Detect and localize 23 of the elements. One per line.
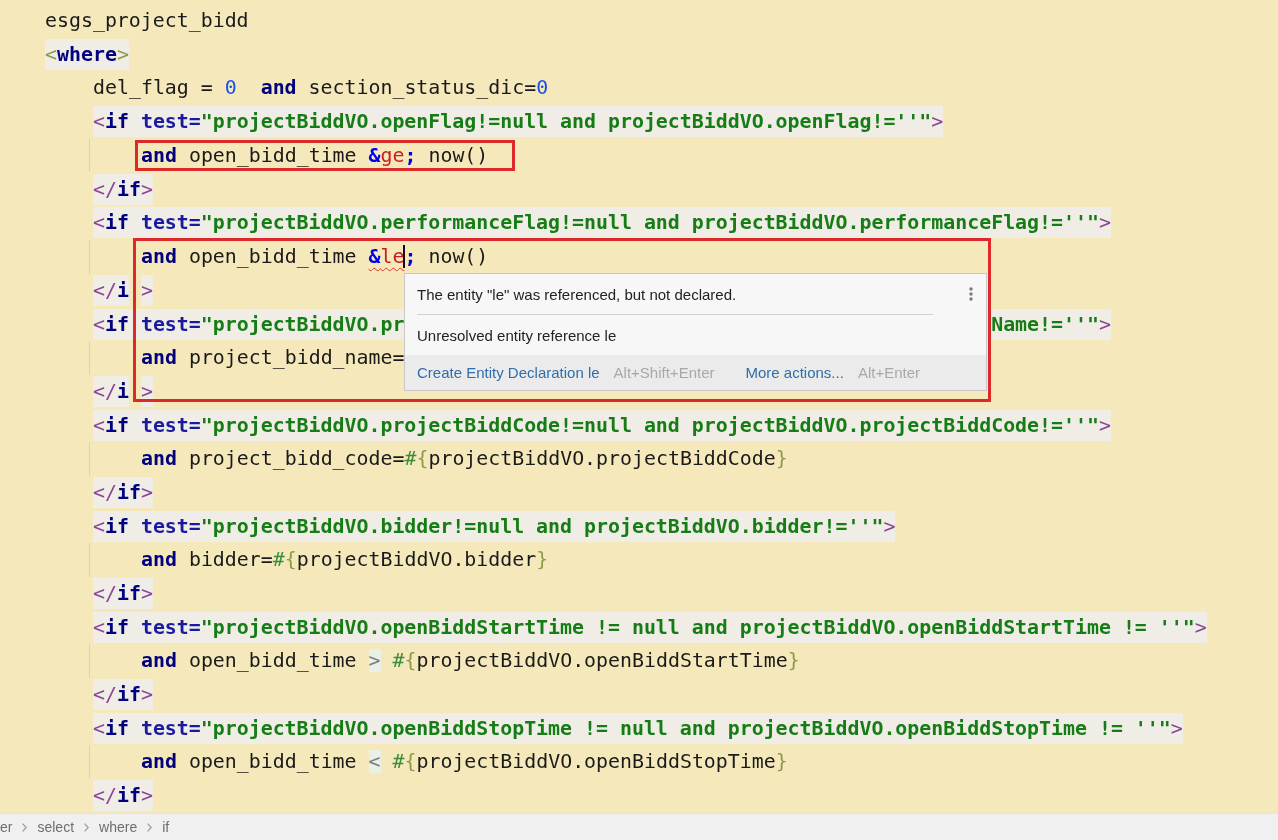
- code-line: and open_bidd_time < #{projectBiddVO.openBiddStopTime}: [141, 750, 788, 773]
- code-line: and project_bidd_code=#{projectBiddVO.projectBiddCode}: [141, 447, 788, 470]
- code-line: del_flag = 0 and section_status_dic=0: [93, 77, 549, 100]
- shortcut-hint: Alt+Shift+Enter: [613, 364, 715, 381]
- breadcrumb-item[interactable]: select: [37, 819, 75, 835]
- code-line: and project_bidd_name=: [141, 346, 405, 369]
- quick-fix-link[interactable]: Create Entity Declaration le: [417, 364, 600, 381]
- breadcrumb-item[interactable]: if: [162, 819, 170, 835]
- code-line: esgs_project_bidd: [45, 9, 249, 32]
- shortcut-hint: Alt+Enter: [857, 364, 920, 381]
- breadcrumb-item[interactable]: where: [99, 819, 138, 835]
- code-line: and open_bidd_time &ge; now(): [141, 144, 489, 167]
- error-description: Unresolved entity reference le: [417, 326, 617, 344]
- chevron-right-icon: [22, 822, 28, 832]
- breadcrumb-item[interactable]: er: [0, 819, 13, 835]
- quick-fix-link[interactable]: More actions...: [745, 364, 844, 381]
- chevron-right-icon: [84, 822, 90, 832]
- code-line: and open_bidd_time > #{projectBiddVO.openBiddStartTime}: [141, 649, 800, 672]
- code-line: and bidder=#{projectBiddVO.bidder}: [141, 548, 549, 571]
- code-line: and open_bidd_time &le; now(): [141, 245, 489, 268]
- chevron-right-icon: [147, 822, 153, 832]
- error-message: The entity "le" was referenced, but not declared.: [417, 285, 737, 303]
- more-options-icon[interactable]: [969, 287, 973, 301]
